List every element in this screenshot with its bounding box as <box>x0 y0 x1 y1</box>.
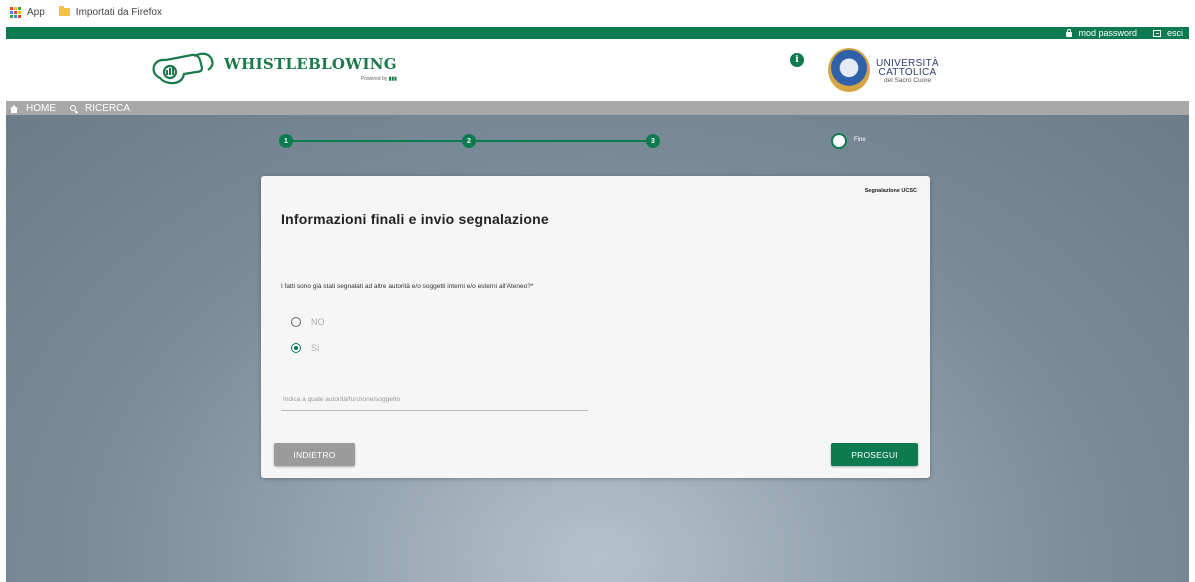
whistle-icon <box>152 52 214 85</box>
university-name-line2: CATTOLICA <box>878 67 937 78</box>
header: WHISTLEBLOWING Powered by ▮▮▮ i UNIVERSI… <box>6 39 1189 101</box>
university-seal-icon <box>828 48 870 92</box>
radio-no-label: NO <box>311 317 325 327</box>
university-name: UNIVERSITÀ CATTOLICA del Sacro Cuore <box>876 59 939 85</box>
logout-icon <box>1152 29 1161 37</box>
radio-si-circle[interactable] <box>291 343 301 353</box>
nav-home[interactable]: HOME <box>10 103 56 114</box>
step-final-label: Fine <box>854 137 866 143</box>
university-name-line3: del Sacro Cuore <box>884 77 931 84</box>
step-1: 1 <box>279 134 293 148</box>
powered-by-brand-mark: ▮▮▮ <box>388 75 397 82</box>
home-icon <box>10 104 18 113</box>
step-connector-1 <box>287 140 469 142</box>
back-button[interactable]: INDIETRO <box>274 443 355 466</box>
change-password-label: mod password <box>1078 28 1137 38</box>
logo-powered-label: Powered by <box>360 75 388 82</box>
lock-icon <box>1066 28 1073 37</box>
progress-stepper: 1 2 3 Fine <box>6 115 1189 155</box>
app-window: mod password esci WHISTLEBLOWING Powered… <box>6 27 1189 582</box>
nav-bar: HOME RICERCA <box>6 101 1189 115</box>
logout-link[interactable]: esci <box>1152 28 1183 38</box>
question-label: I fatti sono già stati segnalati ad altr… <box>281 283 534 290</box>
logout-label: esci <box>1166 28 1183 38</box>
main-content: 1 2 3 Fine Segnalazione UCSC Informazion… <box>6 115 1189 582</box>
radio-no-circle[interactable] <box>291 317 301 327</box>
step-3: 3 <box>646 134 660 148</box>
step-2: 2 <box>462 134 476 148</box>
step-final-circle <box>831 133 847 149</box>
continue-button[interactable]: PROSEGUI <box>831 443 918 466</box>
firefox-folder-bookmark[interactable]: Importati da Firefox <box>58 6 162 18</box>
nav-search[interactable]: RICERCA <box>70 103 130 114</box>
change-password-link[interactable]: mod password <box>1066 28 1137 38</box>
firefox-folder-label: Importati da Firefox <box>75 6 162 18</box>
apps-grid-icon <box>10 6 21 18</box>
apps-bookmark-label: App <box>27 6 45 18</box>
radio-option-si[interactable]: SI <box>291 343 320 353</box>
logo-powered-by: Powered by ▮▮▮ <box>224 76 397 82</box>
search-icon <box>70 105 76 111</box>
step-connector-2 <box>469 140 651 142</box>
nav-home-label: HOME <box>26 102 56 114</box>
logo-title: WHISTLEBLOWING <box>224 54 397 73</box>
page-title: Informazioni finali e invio segnalazione <box>281 211 549 227</box>
info-icon[interactable]: i <box>790 53 804 67</box>
whistleblowing-logo[interactable]: WHISTLEBLOWING Powered by ▮▮▮ <box>146 48 397 88</box>
folder-icon <box>58 6 70 16</box>
top-bar: mod password esci <box>6 27 1189 39</box>
nav-search-label: RICERCA <box>85 102 131 114</box>
card-tag: Segnalazione UCSC <box>864 188 917 194</box>
authority-input[interactable] <box>281 383 588 411</box>
radio-option-no[interactable]: NO <box>291 317 325 327</box>
bookmarks-bar: App Importati da Firefox <box>0 0 1195 24</box>
form-card: Segnalazione UCSC Informazioni finali e … <box>261 176 930 478</box>
apps-bookmark[interactable]: App <box>10 6 45 18</box>
radio-si-label: SI <box>311 343 320 353</box>
